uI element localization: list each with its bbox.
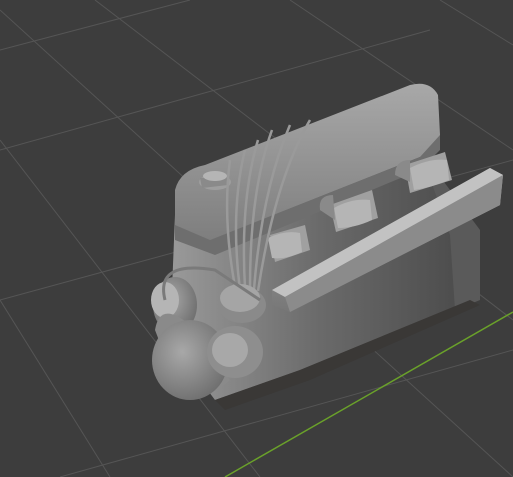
3d-viewport[interactable] bbox=[0, 0, 513, 477]
viewport-canvas[interactable] bbox=[0, 0, 513, 477]
engine-mesh-icon[interactable] bbox=[151, 83, 503, 410]
